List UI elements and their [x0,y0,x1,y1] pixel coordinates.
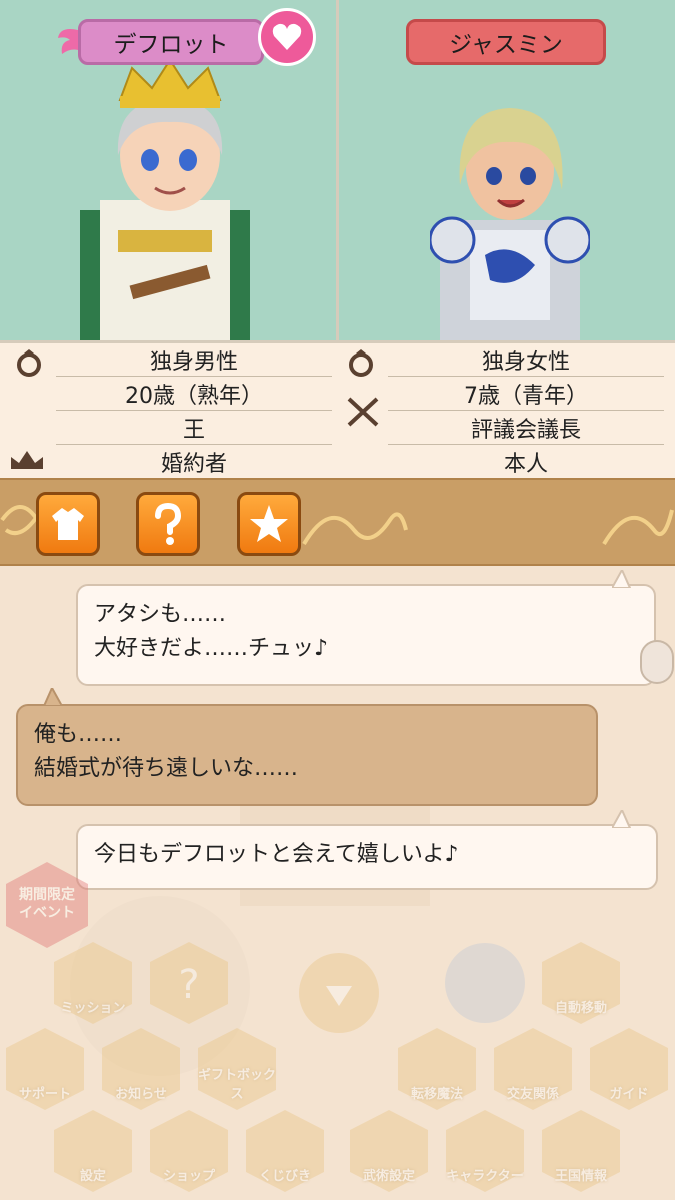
character-button[interactable]: キャラクター [442,1108,528,1194]
right-relation: 本人 [388,445,664,479]
ring-icon [10,345,48,379]
mission-button[interactable]: ミッション [50,940,136,1026]
notice-button[interactable]: お知らせ [98,1026,184,1112]
chat-text: アタシも…… [94,602,227,627]
action-bar [0,478,675,566]
menu-label: キャラクター [446,1169,524,1184]
menu-label: ショップ [162,1169,215,1184]
chat-bubble-player: 俺も…… 結婚式が待ち遠しいな…… [16,704,598,806]
menu-label: 転移魔法 [410,1087,463,1102]
ornament-scroll-icon [602,509,674,546]
settings-button[interactable]: 設定 [50,1108,136,1194]
menu-label: 王国情報 [554,1169,607,1184]
crown-icon [8,443,46,477]
heart-wing-icon [58,29,78,54]
menu-label: くじびき [258,1169,311,1184]
ring-icon [342,345,380,379]
event-label-line: 期間限定 [19,887,75,903]
guide-button[interactable]: ガイド [586,1026,672,1112]
lottery-button[interactable]: くじびき [242,1108,328,1194]
menu-label: 設定 [79,1169,106,1184]
menu-label: 交友関係 [506,1087,559,1102]
crossed-swords-icon [344,395,382,429]
help-button[interactable]: ? [146,940,232,1026]
ornament-scroll-icon [0,505,39,535]
limited-event-button[interactable]: 期間限定 イベント [2,860,92,950]
menu-label: サポート [18,1087,71,1102]
chat-text: 結婚式が待ち遠しいな…… [34,756,299,781]
chat-text: 俺も…… [34,722,123,747]
left-relation: 婚約者 [56,445,332,479]
right-status: 独身女性 [388,343,664,377]
right-character-name[interactable]: ジャスミン [406,19,606,65]
chat-text: 大好きだよ……チュッ♪ [94,636,329,661]
heart-icon [272,23,302,50]
support-button[interactable]: サポート [2,1026,88,1112]
menu-label: ガイド [609,1087,649,1102]
scroll-down-button[interactable] [296,950,382,1036]
outfit-icon [52,508,84,540]
favorite-button[interactable] [237,492,301,556]
auto-move-button[interactable]: 自動移動 [538,940,624,1026]
menu-label: お知らせ [115,1087,167,1102]
right-title: 評議会議長 [388,411,664,445]
menu-label: ギフトボックス [197,1068,276,1102]
heart-button[interactable] [258,8,316,66]
compass-icon [445,943,525,1023]
bubble-tail [42,688,62,706]
ornament-scroll-icon [302,512,408,546]
left-age: 20歳（熟年） [56,377,332,411]
character-info-table: 独身男性 20歳（熟年） 王 婚約者 独身女性 7歳（青年） 評議会議長 本人 [0,340,675,479]
outfit-button[interactable] [36,492,100,556]
bubble-tail [612,810,632,828]
kingdom-info-button[interactable]: 王国情報 [538,1108,624,1194]
gift-box-button[interactable]: ギフトボックス [194,1026,280,1112]
left-character-name[interactable]: デフロット [78,19,264,65]
chat-bubble-partner: 今日もデフロットと会えて嬉しいよ♪ [76,824,658,890]
equipment-button[interactable]: 武術設定 [346,1108,432,1194]
star-icon [250,505,288,542]
right-character-avatar [430,108,590,340]
teleport-button[interactable]: 転移魔法 [394,1026,480,1112]
svg-text:?: ? [178,962,199,1008]
arrow-down-icon [299,953,379,1033]
menu-label: ミッション [60,1001,126,1016]
left-character-avatar [80,60,250,340]
question-icon [155,502,182,545]
menu-label: 自動移動 [554,1001,607,1016]
question-icon: ? [150,942,228,1024]
bubble-tail [612,570,632,588]
shop-button[interactable]: ショップ [146,1108,232,1194]
menu-label: 武術設定 [362,1169,415,1184]
left-title: 王 [56,411,332,445]
question-button[interactable] [136,492,200,556]
friends-button[interactable]: 交友関係 [490,1026,576,1112]
right-age: 7歳（青年） [388,377,664,411]
left-status: 独身男性 [56,343,332,377]
event-label-line: イベント [19,905,75,921]
chat-text: 今日もデフロットと会えて嬉しいよ♪ [94,842,459,867]
map-button[interactable] [442,940,528,1026]
tap-hint-icon[interactable] [640,640,674,684]
chat-bubble-partner: アタシも…… 大好きだよ……チュッ♪ [76,584,656,686]
